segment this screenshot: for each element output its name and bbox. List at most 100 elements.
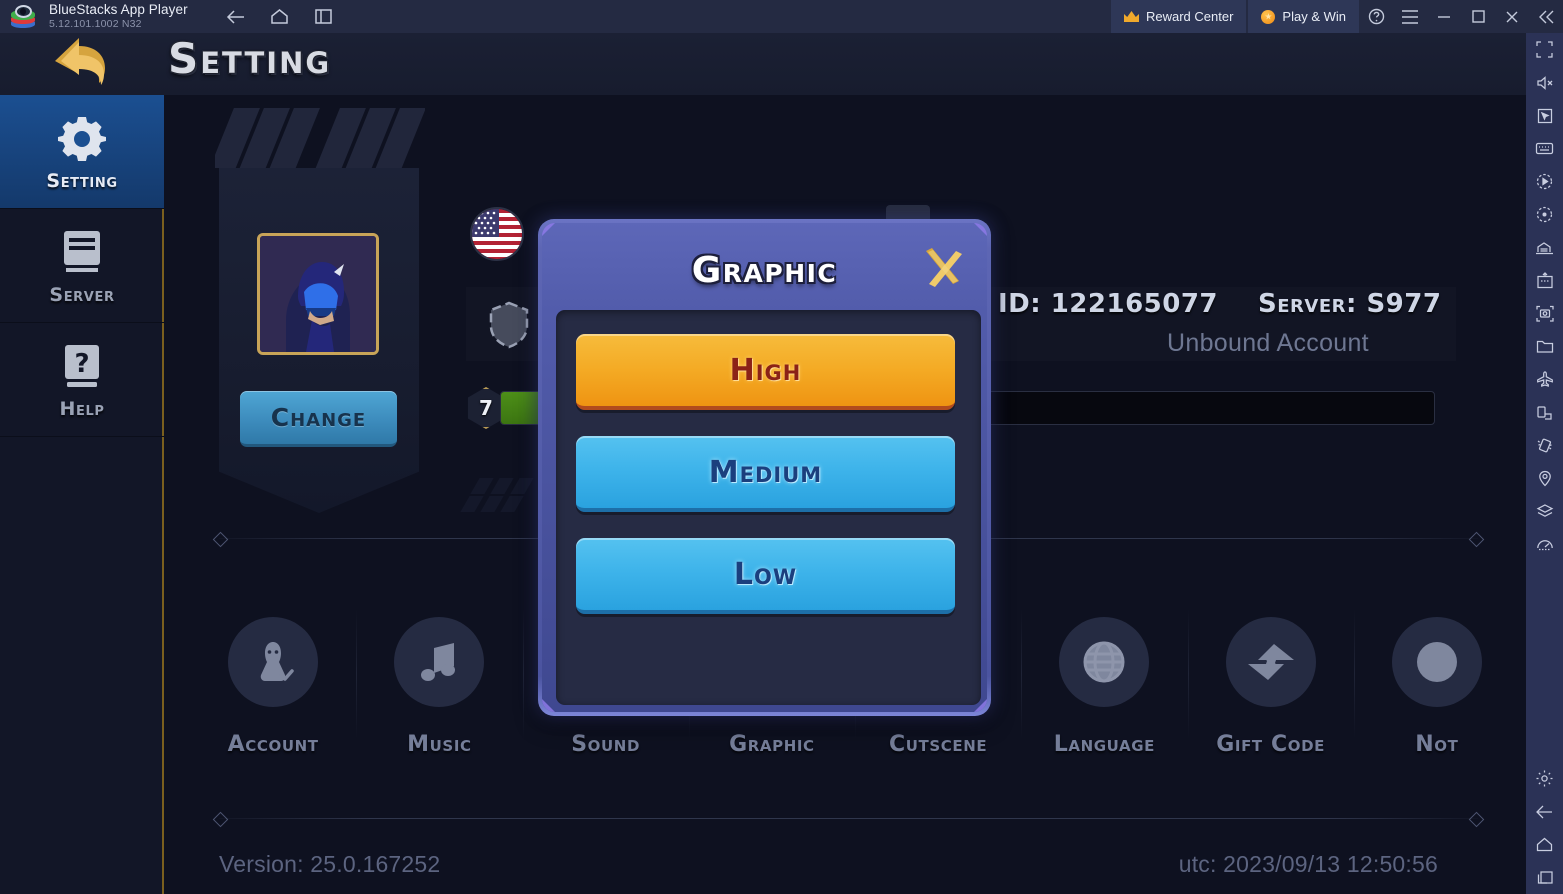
coin-icon [1261, 9, 1276, 24]
macro-play-icon[interactable] [1526, 165, 1563, 198]
settings-item-gift-code[interactable]: Gift Code [1187, 593, 1354, 793]
android-home-icon[interactable] [1526, 828, 1563, 861]
divider-bottom [219, 818, 1478, 819]
titlebar-right-group: Reward Center Play & Win [1110, 0, 1563, 33]
shake-icon[interactable] [1526, 429, 1563, 462]
crown-icon [1123, 10, 1139, 23]
screenshot-icon[interactable] [1526, 297, 1563, 330]
help-icon[interactable] [1359, 0, 1393, 33]
change-avatar-button[interactable]: Change [240, 391, 397, 447]
version-text: Version: 25.0.167252 [219, 851, 441, 877]
reward-center-button[interactable]: Reward Center [1110, 0, 1247, 33]
play-and-win-label: Play & Win [1282, 9, 1346, 24]
graphic-option-label: High [729, 352, 802, 388]
performance-icon[interactable] [1526, 528, 1563, 561]
multi-instance-manager-icon[interactable] [1526, 231, 1563, 264]
collapse-icon[interactable] [1529, 0, 1563, 33]
install-apk-icon[interactable] [1526, 264, 1563, 297]
sidebar-item-label: Setting [46, 169, 118, 192]
settings-item-label: Account [227, 732, 319, 757]
fullscreen-icon[interactable] [1526, 33, 1563, 66]
settings-item-label: Language [1053, 732, 1155, 757]
android-recents-icon[interactable] [1526, 861, 1563, 894]
sidebar-item-setting[interactable]: Setting [0, 95, 164, 209]
close-icon[interactable] [917, 245, 965, 293]
graphic-option-label: Medium [708, 454, 823, 490]
bluestacks-titlebar: BlueStacks App Player 5.12.101.1002 N32 … [0, 0, 1563, 33]
maximize-icon[interactable] [1461, 0, 1495, 33]
avatar[interactable] [257, 233, 379, 355]
bind-status: Unbound Account [1167, 329, 1369, 357]
corner-decor-top-left [542, 223, 555, 236]
settings-item-label: Music [407, 732, 472, 757]
back-icon[interactable] [221, 4, 251, 30]
settings-item-label: Not [1415, 732, 1459, 757]
settings-item-label: Graphic [729, 732, 815, 757]
server-icon [60, 226, 104, 280]
titlebar-nav-group [221, 4, 339, 30]
bluestacks-sidebar-toolbar [1526, 33, 1563, 894]
svg-text:?: ? [74, 349, 89, 379]
settings-item-music[interactable]: Music [356, 593, 522, 793]
sidebar-item-server[interactable]: Server [0, 209, 164, 323]
page-title: Setting [168, 34, 332, 83]
airplane-icon[interactable] [1526, 363, 1563, 396]
reward-center-label: Reward Center [1145, 9, 1234, 24]
android-game-viewport: Setting Setting Server ? Help Change ID:… [0, 33, 1526, 894]
game-back-button[interactable] [49, 38, 119, 90]
corner-decor-bottom-left [542, 699, 555, 712]
graphic-dialog: Graphic High Medium Low [538, 219, 991, 716]
account-id: ID: 122165077 [998, 289, 1219, 319]
app-version: 5.12.101.1002 N32 [49, 17, 142, 30]
home-icon[interactable] [265, 4, 295, 30]
play-and-win-button[interactable]: Play & Win [1248, 0, 1359, 33]
settings-item-label: Cutscene [889, 732, 988, 757]
rotate-icon[interactable] [1526, 396, 1563, 429]
settings-item-label: Sound [571, 732, 641, 757]
graphic-option-low[interactable]: Low [576, 538, 955, 614]
gear-icon [57, 112, 107, 166]
corner-decor-top-right [974, 223, 987, 236]
gift-code-icon [1225, 617, 1316, 707]
sidebar-item-help[interactable]: ? Help [0, 323, 164, 437]
graphic-options-panel: High Medium Low [556, 310, 981, 705]
mute-icon[interactable] [1526, 66, 1563, 99]
level-value: 7 [479, 396, 493, 420]
close-icon[interactable] [1495, 0, 1529, 33]
shield-icon [487, 301, 531, 349]
help-book-icon: ? [60, 340, 104, 394]
location-icon[interactable] [1526, 462, 1563, 495]
sidebar-item-label: Help [59, 397, 105, 420]
graphic-dialog-inner: Graphic High Medium Low [542, 223, 987, 712]
minimize-icon[interactable] [1427, 0, 1461, 33]
account-icon [228, 617, 319, 707]
gear-icon[interactable] [1526, 762, 1563, 795]
multi-instance-icon[interactable] [309, 4, 339, 30]
utc-text: utc: 2023/09/13 12:50:56 [1178, 851, 1438, 877]
bluestacks-logo-icon [10, 4, 36, 30]
graphic-option-high[interactable]: High [576, 334, 955, 410]
cursor-icon[interactable] [1526, 99, 1563, 132]
media-folder-icon[interactable] [1526, 330, 1563, 363]
settings-item-notice[interactable]: Not [1353, 593, 1520, 793]
app-identity: BlueStacks App Player 5.12.101.1002 N32 [49, 3, 188, 29]
android-back-icon[interactable] [1526, 795, 1563, 828]
us-flag-icon [470, 207, 524, 261]
account-id-row: ID: 122165077 Server: S977 [998, 289, 1441, 319]
layers-icon[interactable] [1526, 495, 1563, 528]
notice-icon [1391, 617, 1482, 707]
settings-item-account[interactable]: Account [190, 593, 356, 793]
keyboard-icon[interactable] [1526, 132, 1563, 165]
graphic-option-medium[interactable]: Medium [576, 436, 955, 512]
settings-item-language[interactable]: Language [1021, 593, 1187, 793]
change-button-label: Change [270, 403, 367, 432]
music-note-icon [394, 617, 485, 707]
game-sidebar: Setting Server ? Help [0, 95, 164, 894]
menu-icon[interactable] [1393, 0, 1427, 33]
settings-item-label: Gift Code [1216, 732, 1326, 757]
sidebar-item-label: Server [49, 283, 115, 306]
server-id: Server: S977 [1258, 289, 1442, 319]
graphic-option-label: Low [733, 556, 798, 592]
macro-record-icon[interactable] [1526, 198, 1563, 231]
app-name: BlueStacks App Player [49, 2, 188, 18]
